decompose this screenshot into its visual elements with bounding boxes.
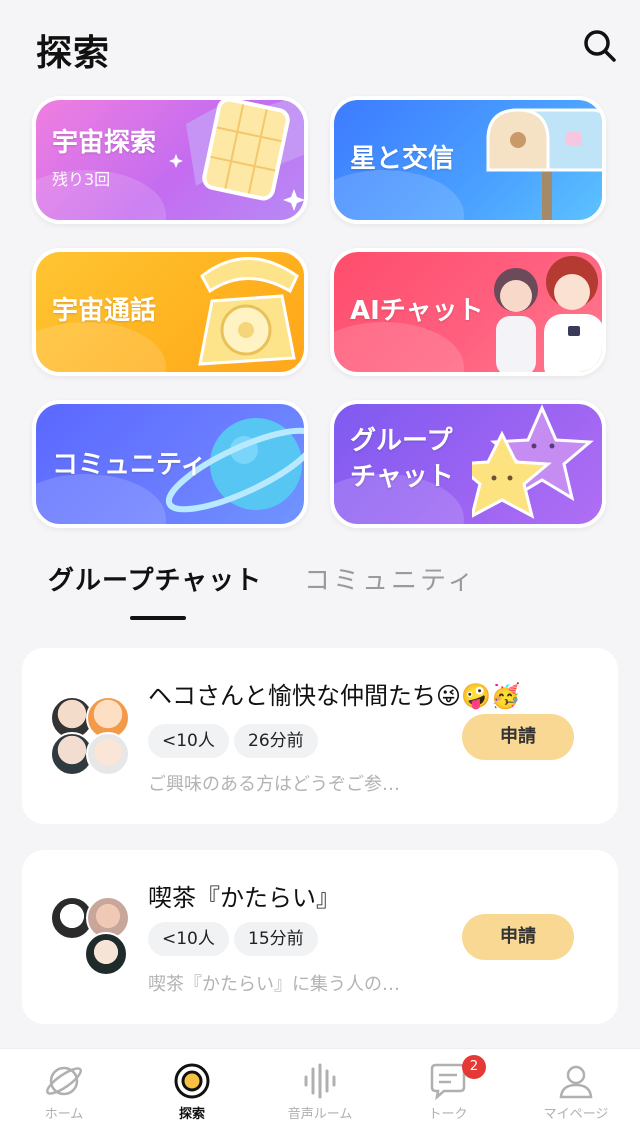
nav-mypage[interactable]: マイページ [512, 1049, 640, 1138]
nav-voice-room[interactable]: 音声ルーム [256, 1049, 384, 1138]
soundwave-icon [304, 1063, 336, 1099]
space-explore-label: 宇宙探索 [52, 128, 157, 158]
member-count-tag: <10人 [148, 724, 229, 758]
space-cube-illustration [169, 100, 304, 211]
time-tag: 15分前 [234, 922, 318, 956]
space-explore-card[interactable]: 宇宙探索 残り3回 [32, 96, 308, 224]
bottom-navigation: ホーム 探索 音声ルーム 2 トーク マイページ [0, 1048, 640, 1138]
nav-mypage-label: マイページ [543, 1107, 609, 1122]
group-card[interactable]: ヘコさんと愉快な仲間たち😜🤪🥳 <10人 26分前 ご興味のある方はどうぞご参…… [22, 648, 618, 824]
remaining-count: 残り3回 [52, 170, 111, 189]
ai-chat-label: AIチャット [350, 296, 484, 326]
tab-community[interactable]: コミュニティ [304, 560, 476, 597]
content-tabs: グループチャット コミュニティ [0, 560, 640, 630]
astronaut-characters-illustration [494, 256, 602, 372]
space-call-label: 宇宙通話 [52, 296, 157, 326]
tab-group-chat[interactable]: グループチャット [48, 560, 262, 597]
member-count-tag: <10人 [148, 922, 229, 956]
explore-icon [174, 1063, 210, 1099]
group-card[interactable]: 喫茶『かたらい』 <10人 15分前 喫茶『かたらい』に集う人の… 申請 [22, 850, 618, 1024]
apply-button[interactable]: 申請 [462, 714, 574, 760]
nav-talk-label: トーク [428, 1107, 468, 1122]
community-card[interactable]: コミュニティ [32, 400, 308, 528]
group-title: 喫茶『かたらい』 [148, 884, 340, 912]
nav-voice-room-label: 音声ルーム [287, 1107, 353, 1122]
active-tab-indicator [130, 616, 186, 620]
nav-talk[interactable]: 2 トーク [384, 1049, 512, 1138]
group-chat-card[interactable]: グループ チャット [330, 400, 606, 528]
group-title: ヘコさんと愉快な仲間たち😜🤪🥳 [148, 682, 521, 710]
mailbox-illustration [486, 108, 602, 220]
header: 探索 [0, 0, 640, 88]
group-chat-label-1: グループ [350, 426, 453, 456]
group-chat-label-2: チャット [350, 462, 454, 492]
space-call-card[interactable]: 宇宙通話 [32, 248, 308, 376]
star-mail-label: 星と交信 [350, 144, 455, 174]
member-avatar [86, 732, 130, 776]
nav-explore-label: 探索 [178, 1107, 205, 1122]
search-icon[interactable] [580, 26, 620, 66]
time-tag: 26分前 [234, 724, 318, 758]
nav-explore[interactable]: 探索 [128, 1049, 256, 1138]
planet-icon [46, 1066, 82, 1096]
community-label: コミュニティ [52, 450, 207, 480]
page-title: 探索 [36, 33, 111, 74]
telephone-illustration [198, 257, 299, 366]
group-description: ご興味のある方はどうぞご参… [148, 774, 400, 795]
nav-home-label: ホーム [44, 1107, 84, 1122]
unread-badge: 2 [462, 1055, 486, 1079]
member-avatar [84, 932, 128, 976]
apply-button[interactable]: 申請 [462, 914, 574, 960]
user-icon [559, 1065, 593, 1099]
ai-chat-card[interactable]: AIチャット [330, 248, 606, 376]
group-description: 喫茶『かたらい』に集う人の… [148, 974, 400, 995]
nav-home[interactable]: ホーム [0, 1049, 128, 1138]
stars-illustration [472, 404, 594, 519]
star-mail-card[interactable]: 星と交信 [330, 96, 606, 224]
